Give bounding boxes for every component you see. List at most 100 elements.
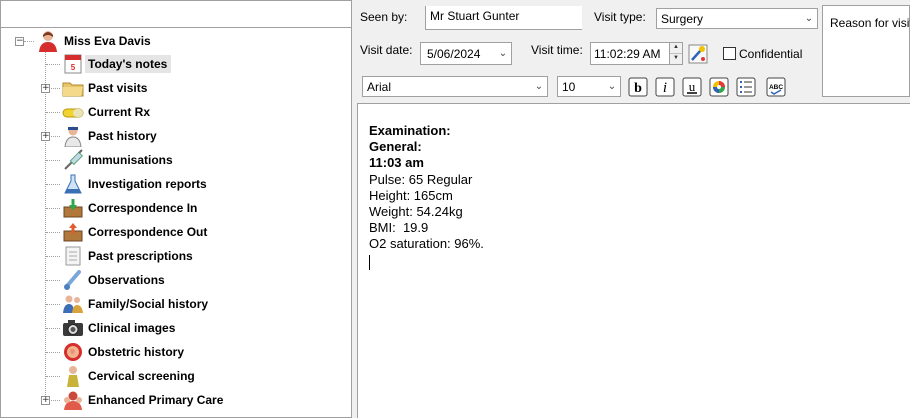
tree-connector bbox=[46, 184, 60, 185]
svg-text:i: i bbox=[663, 80, 667, 96]
tree-item[interactable]: Investigation reports bbox=[61, 173, 211, 195]
tree-item-label: Observations bbox=[88, 273, 165, 287]
tree-root-patient[interactable]: Miss Eva Davis bbox=[36, 30, 151, 52]
tree-item[interactable]: Correspondence In bbox=[61, 197, 201, 219]
tree-item[interactable]: Past history bbox=[61, 125, 161, 147]
tree-item-label: Correspondence In bbox=[88, 201, 198, 215]
chevron-down-icon: ⌄ bbox=[804, 13, 814, 24]
tree-item-label: Correspondence Out bbox=[88, 225, 208, 239]
tree-item[interactable]: Enhanced Primary Care bbox=[61, 389, 227, 411]
tree-item[interactable]: Observations bbox=[61, 269, 169, 291]
visit-type-select[interactable]: Surgery ⌄ bbox=[656, 8, 818, 29]
tree-item[interactable]: 5 Today's notes bbox=[61, 53, 172, 75]
bold-icon: b bbox=[628, 77, 648, 97]
set-current-time-button[interactable] bbox=[687, 43, 709, 65]
time-spinner[interactable]: ▲ ▼ bbox=[669, 43, 682, 64]
expand-toggle[interactable]: + bbox=[41, 396, 50, 405]
woman-icon bbox=[61, 365, 85, 387]
visit-date-value: 5/06/2024 bbox=[427, 46, 481, 61]
font-family-select[interactable]: Arial ⌄ bbox=[362, 76, 548, 97]
expand-toggle[interactable]: + bbox=[41, 84, 50, 93]
tree-item-label: Clinical images bbox=[88, 321, 176, 335]
tree-item[interactable]: Cervical screening bbox=[61, 365, 199, 387]
font-size-value: 10 bbox=[562, 79, 576, 94]
tree-item[interactable]: Immunisations bbox=[61, 149, 177, 171]
tree-item-label: Past prescriptions bbox=[88, 249, 193, 263]
tree-connector bbox=[46, 256, 60, 257]
svg-text:u: u bbox=[689, 79, 696, 94]
syringe-icon bbox=[61, 149, 85, 171]
spellcheck-button[interactable]: ABC bbox=[765, 76, 787, 98]
collapse-toggle[interactable]: − bbox=[15, 37, 24, 46]
tree-connector bbox=[46, 112, 60, 113]
tree-connector bbox=[24, 41, 34, 42]
svg-text:5: 5 bbox=[71, 63, 76, 72]
care-team-icon bbox=[61, 389, 85, 411]
notes-editor[interactable]: Examination: General: 11:03 am Pulse: 65 Re… bbox=[357, 103, 910, 418]
note-line: Examination: bbox=[369, 123, 451, 138]
spin-up-icon[interactable]: ▲ bbox=[670, 43, 682, 54]
tree-item-label: Past history bbox=[88, 129, 157, 143]
tree-item-label: Obstetric history bbox=[88, 345, 185, 359]
tree-item-label: Current Rx bbox=[88, 105, 151, 119]
tree-connector bbox=[46, 328, 60, 329]
tree-connector bbox=[46, 232, 60, 233]
tree-item-label: Past visits bbox=[88, 81, 148, 95]
chevron-down-icon: ⌄ bbox=[607, 81, 617, 92]
calendar-notes-icon: 5 bbox=[61, 53, 85, 75]
doctor-icon bbox=[61, 125, 85, 147]
visit-type-value: Surgery bbox=[661, 11, 704, 26]
chevron-down-icon: ⌄ bbox=[498, 48, 508, 59]
tree-connector bbox=[46, 280, 60, 281]
tree-item[interactable]: Past visits bbox=[61, 77, 151, 99]
visit-time-label: Visit time: bbox=[531, 43, 583, 57]
bullet-list-button[interactable] bbox=[735, 76, 757, 98]
tree-connector bbox=[46, 304, 60, 305]
tree-connector bbox=[45, 51, 46, 401]
tree-item-label: Enhanced Primary Care bbox=[88, 393, 224, 407]
font-size-select[interactable]: 10 ⌄ bbox=[557, 76, 621, 97]
visit-time-field[interactable]: 11:02:29 AM ▲ ▼ bbox=[590, 42, 683, 65]
svg-text:b: b bbox=[634, 81, 642, 96]
tree-connector bbox=[46, 160, 60, 161]
note-line: Pulse: 65 Regular bbox=[369, 171, 473, 187]
patient-icon bbox=[36, 30, 60, 52]
tree-item[interactable]: Current Rx bbox=[61, 101, 154, 123]
flask-icon bbox=[61, 173, 85, 195]
tree-connector bbox=[46, 352, 60, 353]
spin-down-icon[interactable]: ▼ bbox=[670, 54, 682, 65]
tree-item[interactable]: Family/Social history bbox=[61, 293, 212, 315]
confidential-checkbox[interactable] bbox=[723, 47, 736, 60]
reason-for-visit-box[interactable]: Reason for visit bbox=[822, 5, 910, 97]
text-color-button[interactable] bbox=[708, 76, 730, 98]
prescription-icon bbox=[61, 245, 85, 267]
expand-toggle[interactable]: + bbox=[41, 132, 50, 141]
font-family-value: Arial bbox=[367, 79, 392, 94]
tree-header bbox=[1, 1, 351, 28]
notes-content: Examination: General: 11:03 am Pulse: 65 Re… bbox=[369, 123, 910, 253]
visit-date-label: Visit date: bbox=[360, 43, 413, 57]
list-icon bbox=[736, 77, 756, 97]
obstetric-icon bbox=[61, 341, 85, 363]
seen-by-field[interactable]: Mr Stuart Gunter bbox=[425, 6, 582, 30]
visit-type-label: Visit type: bbox=[594, 10, 646, 24]
patient-name: Miss Eva Davis bbox=[64, 34, 151, 48]
tree-item[interactable]: Past prescriptions bbox=[61, 245, 197, 267]
svg-text:ABC: ABC bbox=[769, 84, 783, 91]
spellcheck-icon: ABC bbox=[766, 77, 786, 97]
reason-for-visit-label: Reason for visit bbox=[830, 16, 910, 30]
tree-item[interactable]: Correspondence Out bbox=[61, 221, 211, 243]
folder-icon bbox=[61, 77, 85, 99]
underline-button[interactable]: u bbox=[681, 76, 703, 98]
chevron-down-icon: ⌄ bbox=[534, 81, 544, 92]
thermometer-icon bbox=[61, 269, 85, 291]
italic-button[interactable]: i bbox=[654, 76, 676, 98]
inbox-icon bbox=[61, 197, 85, 219]
bold-button[interactable]: b bbox=[627, 76, 649, 98]
tree-item[interactable]: Clinical images bbox=[61, 317, 179, 339]
note-line: O2 saturation: 96%. bbox=[369, 236, 484, 252]
tree-item-label: Investigation reports bbox=[88, 177, 207, 191]
visit-date-picker[interactable]: 5/06/2024 ⌄ bbox=[420, 42, 512, 65]
note-line: 11:03 am bbox=[369, 155, 424, 171]
tree-item[interactable]: Obstetric history bbox=[61, 341, 188, 363]
